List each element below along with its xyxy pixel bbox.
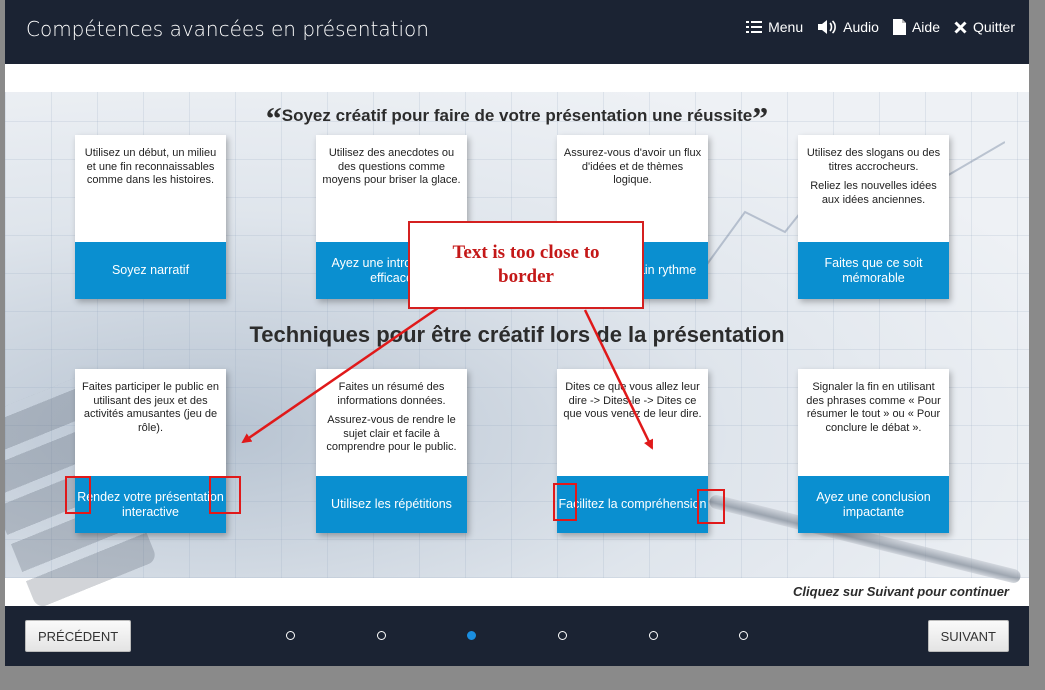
card-description: Faites un résumé des informations donnée… xyxy=(326,381,457,453)
progress-dot[interactable] xyxy=(286,631,295,640)
audio-button[interactable]: Audio xyxy=(817,19,879,35)
annotation-highlight-box xyxy=(697,489,725,524)
quit-label: Quitter xyxy=(972,19,1015,35)
close-x-icon xyxy=(954,20,967,34)
card-memorable: Utilisez des slogans ou des titres accro… xyxy=(798,135,949,299)
button-soyez-narratif[interactable]: Soyez narratif xyxy=(75,242,226,299)
button-facilitez-comprehension[interactable]: Facilitez la compréhension xyxy=(557,476,708,533)
card-description: Utilisez des anecdotes ou des questions … xyxy=(322,147,461,186)
course-title: Compétences avancées en présentation xyxy=(26,17,429,41)
annotation-line-1: Text is too close to xyxy=(452,242,600,263)
button-memorable[interactable]: Faites que ce soit mémorable xyxy=(798,242,949,299)
card-interactive: Faites participer le public en utilisant… xyxy=(75,369,226,533)
annotation-highlight-box xyxy=(553,483,577,521)
document-icon xyxy=(892,19,906,35)
annotation-highlight-box xyxy=(65,476,91,514)
card-comprehension: Dites ce que vous allez leur dire -> Dit… xyxy=(557,369,708,533)
open-quote-mark: “ xyxy=(265,100,282,136)
top-bar: Compétences avancées en présentation Men… xyxy=(5,0,1029,64)
menu-label: Menu xyxy=(768,19,804,35)
menu-button[interactable]: Menu xyxy=(746,19,803,35)
annotation-line-2: border xyxy=(498,266,554,287)
annotation-highlight-box xyxy=(209,476,241,514)
help-label: Aide xyxy=(911,19,940,35)
card-description: Dites ce que vous allez leur dire -> Dit… xyxy=(563,381,702,420)
annotation-callout: Text is too close to border xyxy=(408,221,644,309)
quit-button[interactable]: Quitter xyxy=(954,19,1015,35)
progress-dot[interactable] xyxy=(558,631,567,640)
top-nav: Menu Audio Aide Quitter xyxy=(746,19,1015,35)
close-quote-mark: ” xyxy=(752,100,769,136)
slide-content: “Soyez créatif pour faire de votre prése… xyxy=(5,64,1029,606)
quote-heading: “Soyez créatif pour faire de votre prése… xyxy=(5,100,1029,137)
progress-dot[interactable] xyxy=(739,631,748,640)
card-description: Utilisez un début, un milieu et une fin … xyxy=(84,147,217,186)
speaker-icon xyxy=(818,20,837,34)
card-description: Signaler la fin en utilisant des phrases… xyxy=(806,381,941,434)
progress-dot[interactable] xyxy=(649,631,658,640)
progress-dot-active[interactable] xyxy=(467,631,476,640)
next-button[interactable]: SUIVANT xyxy=(927,620,1009,652)
progress-dot[interactable] xyxy=(377,631,386,640)
quote-text: Soyez créatif pour faire de votre présen… xyxy=(281,106,753,125)
menu-list-icon xyxy=(746,21,763,33)
previous-button[interactable]: PRÉCÉDENT xyxy=(25,620,132,652)
section-title: Techniques pour être créatif lors de la … xyxy=(249,322,785,347)
continue-hint: Cliquez sur Suivant pour continuer xyxy=(793,584,1009,599)
help-button[interactable]: Aide xyxy=(892,19,940,35)
button-repetitions[interactable]: Utilisez les répétitions xyxy=(316,476,467,533)
card-narratif: Utilisez un début, un milieu et une fin … xyxy=(75,135,226,299)
button-conclusion-impactante[interactable]: Ayez une conclusion impactante xyxy=(798,476,949,533)
audio-label: Audio xyxy=(843,19,879,35)
card-description: Utilisez des slogans ou des titres accro… xyxy=(806,147,941,206)
bottom-bar: PRÉCÉDENT SUIVANT xyxy=(5,606,1029,666)
slide-frame: Compétences avancées en présentation Men… xyxy=(5,0,1029,666)
card-conclusion: Signaler la fin en utilisant des phrases… xyxy=(798,369,949,533)
card-description: Faites participer le public en utilisant… xyxy=(82,381,219,434)
card-description: Assurez-vous d'avoir un flux d'idées et … xyxy=(563,147,702,186)
button-presentation-interactive[interactable]: Rendez votre présentation interactive xyxy=(75,476,226,533)
card-repetitions: Faites un résumé des informations donnée… xyxy=(316,369,467,533)
